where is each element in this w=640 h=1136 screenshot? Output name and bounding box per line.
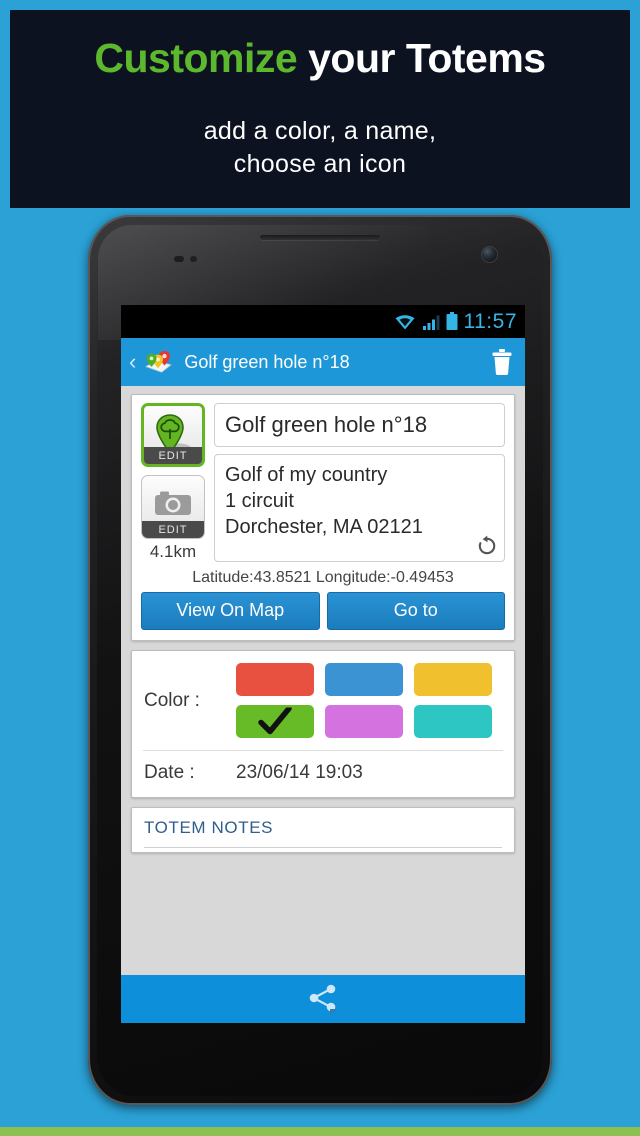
- status-bar-clock: 11:57: [463, 309, 517, 333]
- promo-subtitle: add a color, a name, choose an icon: [204, 115, 437, 181]
- swatch-blue[interactable]: [325, 663, 403, 696]
- color-and-date-card: Color : Date: 23/06/14 19:03: [131, 650, 515, 798]
- coordinates-text: Latitude:43.8521 Longitude:-0.49453: [192, 569, 454, 586]
- action-bar-title: Golf green hole n°18: [184, 351, 350, 372]
- address-line-2: 1 circuit: [225, 489, 294, 512]
- promo-subtitle-line-1: add a color, a name,: [203, 117, 437, 145]
- light-sensor: [190, 256, 197, 262]
- refresh-ccw-icon[interactable]: [476, 535, 498, 557]
- address-line-3: Dorchester, MA 02121: [225, 516, 423, 539]
- totem-name-input[interactable]: Golf green hole n°18: [214, 403, 505, 447]
- map-pins-logo-icon[interactable]: [143, 349, 173, 375]
- distance-value: 4.1km: [149, 542, 197, 561]
- back-chevron-icon[interactable]: ‹: [127, 351, 138, 373]
- promo-subtitle-line-2: choose an icon: [233, 150, 407, 178]
- swatch-green[interactable]: [236, 705, 314, 738]
- promo-title-highlight: Customize: [94, 35, 298, 81]
- bottom-accent-strip: [0, 1127, 640, 1136]
- totem-icon-edit-label: EDIT: [144, 447, 202, 464]
- action-bar: ‹ Golf green hole n°18: [121, 338, 525, 386]
- date-value[interactable]: 23/06/14 19:03: [236, 762, 363, 784]
- map-actions-row: View On Map Go to: [141, 592, 505, 630]
- swatch-yellow[interactable]: [414, 663, 492, 696]
- fields-column: Golf green hole n°18 Golf of my country …: [214, 403, 505, 562]
- swatch-pink[interactable]: [325, 705, 403, 738]
- share-icon[interactable]: [306, 983, 340, 1015]
- phone-device-frame: 11:57 ‹ Golf green hole n°18 EDIT EDIT 4…: [88, 215, 552, 1105]
- cellular-signal-icon: [422, 315, 439, 330]
- battery-icon: [446, 312, 457, 330]
- date-label: Date :: [144, 762, 195, 783]
- share-bar[interactable]: [121, 975, 525, 1023]
- proximity-sensor: [174, 256, 184, 262]
- address-line-1: Golf of my country: [225, 463, 388, 486]
- totem-icon-thumbnail[interactable]: EDIT: [141, 403, 205, 467]
- totem-address-input[interactable]: Golf of my country 1 circuit Dorchester,…: [214, 453, 505, 562]
- thumbnails-column: EDIT EDIT 4.1km: [141, 403, 205, 562]
- go-to-button[interactable]: Go to: [326, 592, 505, 630]
- swatch-teal[interactable]: [414, 705, 492, 738]
- swatch-red[interactable]: [236, 663, 314, 696]
- totem-photo-edit-label: EDIT: [142, 521, 204, 538]
- totem-notes-title: TOTEM NOTES: [144, 818, 502, 848]
- detail-screen-content: EDIT EDIT 4.1km Golf green hole n°18 Gol…: [121, 386, 525, 1023]
- status-bar: 11:57: [121, 305, 525, 338]
- color-label: Color :: [144, 689, 200, 711]
- totem-photo-thumbnail[interactable]: EDIT: [141, 475, 205, 539]
- wifi-icon: [395, 314, 414, 329]
- promo-banner: Customize your Totems add a color, a nam…: [10, 10, 630, 208]
- front-camera-icon: [482, 247, 497, 262]
- totem-detail-card: EDIT EDIT 4.1km Golf green hole n°18 Gol…: [131, 394, 515, 641]
- date-row: Date : 23/06/14 19:03: [132, 751, 514, 797]
- totem-notes-card: TOTEM NOTES: [131, 807, 515, 853]
- promo-title-rest: your Totems: [297, 35, 546, 81]
- promo-title: Customize your Totems: [94, 35, 546, 82]
- phone-screen: 11:57 ‹ Golf green hole n°18 EDIT EDIT 4…: [121, 305, 525, 1023]
- earpiece-speaker: [260, 235, 380, 240]
- checkmark-icon: [258, 706, 292, 734]
- color-swatch-grid: [236, 663, 492, 738]
- trash-icon[interactable]: [489, 348, 515, 376]
- color-picker-row: Color :: [132, 651, 514, 750]
- view-on-map-button[interactable]: View On Map: [141, 592, 320, 630]
